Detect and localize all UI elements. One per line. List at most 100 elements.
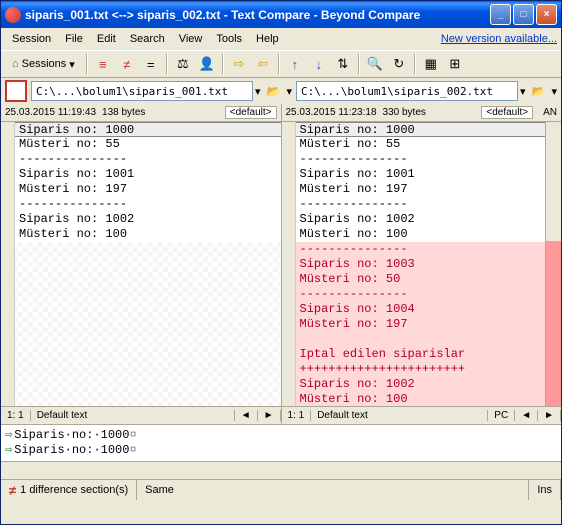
linked-line-1: Siparis·no:·1000	[14, 428, 129, 442]
text-line[interactable]: Müsteri no: 55	[296, 137, 546, 152]
right-scroll-right[interactable]: ►	[538, 410, 561, 421]
text-line[interactable]: Müsteri no: 197	[15, 182, 281, 197]
format-button[interactable]: 👤	[196, 53, 218, 75]
right-scroll-left[interactable]: ◄	[515, 410, 538, 421]
swap-button[interactable]: ⇅	[332, 53, 354, 75]
expand-button[interactable]: ⊞	[444, 53, 466, 75]
toolbar: ⌂ Sessions ▾ ≡ ≠ = ⚖ 👤 ⇨ ⇦ ↑ ↓ ⇅ 🔍 ↻ ▦ ⊞	[1, 50, 561, 78]
text-line[interactable]: Siparis no: 1001	[15, 167, 281, 182]
copy-right-button[interactable]: ⇨	[228, 53, 250, 75]
next-diff-button[interactable]: ↓	[308, 53, 330, 75]
home-icon: ⌂	[12, 58, 19, 70]
chevron-down-icon: ▾	[69, 58, 75, 71]
text-line[interactable]: ---------------	[296, 152, 546, 167]
text-line[interactable]: Müsteri no: 100	[15, 227, 281, 242]
search-button[interactable]: 🔍	[364, 53, 386, 75]
rules-button[interactable]: ⚖	[172, 53, 194, 75]
text-line[interactable]: Siparis no: 1002	[296, 212, 546, 227]
text-line[interactable]: Müsteri no: 100	[296, 392, 546, 406]
chevron-down-icon[interactable]: ▾	[255, 85, 261, 98]
layout-button[interactable]: ▦	[420, 53, 442, 75]
status-diff-count: 1 difference section(s)	[20, 484, 128, 496]
left-open-folder-button[interactable]: 📂	[262, 80, 284, 102]
copy-left-button[interactable]: ⇦	[252, 53, 274, 75]
sessions-label: Sessions	[22, 58, 67, 70]
text-line[interactable]: Iptal edilen siparislar	[296, 347, 546, 362]
text-line[interactable]: ---------------	[296, 287, 546, 302]
text-line[interactable]: Müsteri no: 50	[296, 272, 546, 287]
text-line[interactable]: ---------------	[15, 152, 281, 167]
right-scrollbar[interactable]	[545, 122, 561, 406]
text-line[interactable]: Siparis no: 1002	[296, 377, 546, 392]
arrow-right-icon: ⇨	[5, 442, 12, 457]
pilcrow-icon: ¤	[129, 443, 136, 457]
text-line[interactable]: Siparis no: 1003	[296, 257, 546, 272]
text-line[interactable]: Müsteri no: 197	[296, 182, 546, 197]
left-scroll-right[interactable]: ►	[258, 410, 281, 421]
reload-button[interactable]: ↻	[388, 53, 410, 75]
prev-diff-button[interactable]: ↑	[284, 53, 306, 75]
text-line[interactable]: ---------------	[15, 197, 281, 212]
text-line[interactable]: Siparis no: 1000	[296, 122, 546, 137]
right-default-dropdown[interactable]: <default>	[481, 106, 533, 119]
sessions-dropdown[interactable]: ⌂ Sessions ▾	[5, 55, 82, 74]
right-size: 330 bytes	[383, 107, 426, 118]
right-date: 25.03.2015 11:23:18	[286, 107, 377, 118]
show-diff-button[interactable]: ≠	[116, 53, 138, 75]
left-date: 25.03.2015 11:19:43	[5, 107, 96, 118]
diff-overview-icon[interactable]	[5, 80, 27, 102]
show-same-button[interactable]: =	[140, 53, 162, 75]
close-button[interactable]: ×	[536, 4, 557, 25]
left-default-dropdown[interactable]: <default>	[225, 106, 277, 119]
menu-bar: Session File Edit Search View Tools Help…	[1, 28, 561, 50]
status-insert-mode: Ins	[529, 480, 561, 500]
show-all-button[interactable]: ≡	[92, 53, 114, 75]
chevron-down-icon[interactable]: ▾	[286, 85, 292, 98]
path-bar: ▾ 📂 ▾ ▾ 📂 ▾	[1, 78, 561, 104]
right-pane: 25.03.2015 11:23:18 330 bytes <default> …	[282, 104, 562, 424]
right-content[interactable]: Siparis no: 1000 Müsteri no: 55 --------…	[282, 122, 562, 406]
text-line[interactable]: Müsteri no: 55	[15, 137, 281, 152]
left-scroll-left[interactable]: ◄	[235, 410, 258, 421]
minimize-button[interactable]: _	[490, 4, 511, 25]
text-line[interactable]: Müsteri no: 197	[296, 317, 546, 332]
text-line[interactable]: Siparis no: 1004	[296, 302, 546, 317]
right-lineend: PC	[488, 410, 515, 421]
left-cursor-pos: 1: 1	[1, 410, 31, 421]
menu-session[interactable]: Session	[5, 31, 58, 47]
left-size: 138 bytes	[102, 107, 145, 118]
linked-line-view[interactable]: ⇨Siparis·no:·1000¤ ⇨Siparis·no:·1000¤	[1, 424, 561, 462]
right-cursor-pos: 1: 1	[282, 410, 312, 421]
text-line[interactable]: ---------------	[296, 197, 546, 212]
left-pane: 25.03.2015 11:19:43 138 bytes <default> …	[1, 104, 282, 424]
menu-view[interactable]: View	[172, 31, 210, 47]
menu-tools[interactable]: Tools	[209, 31, 249, 47]
text-line[interactable]	[296, 332, 546, 347]
chevron-down-icon[interactable]: ▾	[551, 85, 557, 98]
status-same: Same	[137, 480, 529, 500]
right-path-input[interactable]	[296, 81, 518, 101]
arrow-right-icon: ⇨	[5, 427, 12, 442]
chevron-down-icon[interactable]: ▾	[520, 85, 526, 98]
pilcrow-icon: ¤	[129, 428, 136, 442]
text-line[interactable]: ---------------	[296, 242, 546, 257]
menu-file[interactable]: File	[58, 31, 90, 47]
right-encoding: Default text	[311, 410, 488, 421]
right-open-folder-button[interactable]: 📂	[527, 80, 549, 102]
left-path-input[interactable]	[31, 81, 253, 101]
maximize-button[interactable]: □	[513, 4, 534, 25]
menu-edit[interactable]: Edit	[90, 31, 123, 47]
left-content[interactable]: Siparis no: 1000 Müsteri no: 55 --------…	[1, 122, 281, 406]
not-equal-icon: ≠	[9, 483, 16, 498]
text-line[interactable]: Siparis no: 1001	[296, 167, 546, 182]
menu-help[interactable]: Help	[249, 31, 286, 47]
text-line[interactable]: +++++++++++++++++++++++	[296, 362, 546, 377]
text-line[interactable]: Siparis no: 1000	[15, 122, 281, 137]
linked-line-2: Siparis·no:·1000	[14, 443, 129, 457]
left-encoding: Default text	[31, 410, 235, 421]
text-line[interactable]: Siparis no: 1002	[15, 212, 281, 227]
menu-search[interactable]: Search	[123, 31, 172, 47]
right-an-label: AN	[543, 107, 557, 118]
new-version-link[interactable]: New version available...	[441, 33, 557, 45]
text-line[interactable]: Müsteri no: 100	[296, 227, 546, 242]
